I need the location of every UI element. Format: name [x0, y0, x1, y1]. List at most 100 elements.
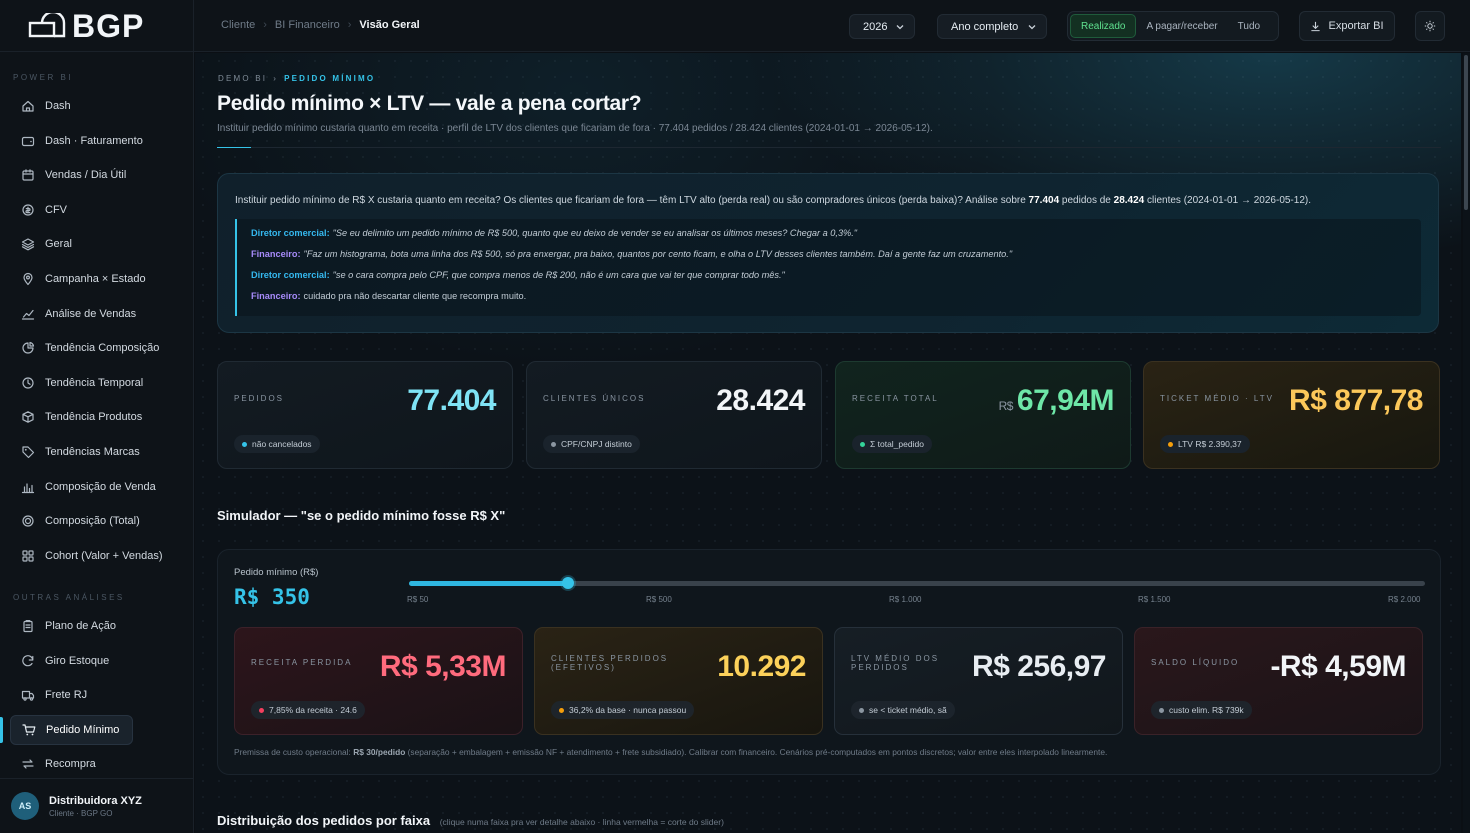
bar-chart-icon	[21, 480, 35, 494]
page-subtitle: Instituir pedido mínimo custaria quanto …	[217, 123, 933, 134]
clock-icon	[21, 376, 35, 390]
status-dot-icon	[1168, 441, 1173, 447]
sidebar-item-composicao-de-venda[interactable]: Composição de Venda	[10, 472, 156, 502]
kpi-chip: Σ total_pedido	[852, 435, 932, 453]
result-card-receita-perdida: RECEITA PERDIDA R$ 5,33M 7,85% da receit…	[234, 627, 523, 735]
breadcrumb-separator: ›	[347, 19, 352, 31]
quote-speaker: Financeiro:	[251, 291, 301, 301]
breadcrumb-current: Visão Geral	[359, 19, 420, 31]
premise-text-c: (separação + embalagem + emissão NF + at…	[405, 747, 1108, 757]
sidebar-item-label: Geral	[45, 238, 72, 251]
kpi-value-text: 28.424	[716, 384, 805, 417]
sidebar-item-label: Dash	[45, 100, 71, 112]
period-select[interactable]: Ano completo	[937, 14, 1047, 39]
quote-line: Financeiro: cuidado pra não descartar cli…	[251, 289, 1421, 310]
theme-toggle-button[interactable]	[1415, 11, 1445, 41]
export-button[interactable]: Exportar BI	[1299, 11, 1395, 41]
kpi-card-pedidos: PEDIDOS 77.404 não cancelados	[217, 361, 513, 469]
sidebar-item-label: Análise de Vendas	[45, 307, 137, 320]
scrollbar[interactable]	[1463, 53, 1470, 833]
sidebar-item-cfv[interactable]: CFV	[10, 195, 134, 225]
status-segmented-control: Realizado A pagar/receber Tudo	[1067, 11, 1279, 41]
sidebar-item-vendas-dia-util[interactable]: Vendas / Dia Útil	[10, 160, 134, 190]
result-chip-text: custo elim. R$ 739k	[1169, 705, 1244, 715]
simulator-title: Simulador — "se o pedido mínimo fosse R$…	[217, 508, 506, 523]
kpi-chip: LTV R$ 2.390,37	[1160, 435, 1250, 453]
sidebar-item-recompra[interactable]: Recompra	[10, 749, 134, 779]
sidebar-item-geral[interactable]: Geral	[10, 229, 134, 259]
kpi-card-receita: RECEITA TOTAL R$ 67,94M Σ total_pedido	[835, 361, 1131, 469]
sidebar-item-tendencias-marcas[interactable]: Tendências Marcas	[10, 437, 140, 467]
kpi-label: TICKET MÉDIO · LTV	[1160, 394, 1274, 403]
result-value: 10.292	[717, 650, 806, 683]
premise-cost: R$ 30/pedido	[353, 747, 406, 757]
sidebar-item-label: Composição de Venda	[45, 480, 156, 493]
eyebrow-separator: ›	[273, 74, 279, 83]
result-label: SALDO LÍQUIDO	[1151, 658, 1240, 667]
briefing-card: Instituir pedido mínimo de R$ X custaria…	[217, 173, 1439, 333]
sidebar-item-dash[interactable]: Dash	[10, 91, 134, 121]
kpi-chip: não cancelados	[234, 435, 320, 453]
sidebar-item-tendencia-temporal[interactable]: Tendência Temporal	[10, 368, 143, 398]
sidebar-item-tendencia-produtos[interactable]: Tendência Produtos	[10, 402, 142, 432]
segment-realizado[interactable]: Realizado	[1070, 14, 1137, 38]
avatar: AS	[11, 792, 39, 820]
premise-note: Premissa de custo operacional: R$ 30/ped…	[234, 747, 1107, 757]
status-dot-icon	[860, 441, 865, 447]
slider-fill	[409, 581, 569, 586]
sidebar-item-composicao-total[interactable]: Composição (Total)	[10, 506, 140, 536]
sidebar-item-frete-rj[interactable]: Frete RJ	[10, 680, 134, 710]
export-label: Exportar BI	[1328, 20, 1384, 32]
quote-text: "Se eu delimito um pedido mínimo de R$ 5…	[332, 228, 858, 238]
status-dot-icon	[242, 441, 247, 447]
sidebar-item-cohort-valor-vendas[interactable]: Cohort (Valor + Vendas)	[10, 541, 163, 571]
sidebar-item-analise-de-vendas[interactable]: Análise de Vendas	[10, 299, 137, 329]
sidebar-item-label: Tendência Composição	[45, 342, 160, 355]
sidebar-item-label: Cohort (Valor + Vendas)	[45, 549, 163, 562]
breadcrumb-separator: ›	[263, 19, 267, 31]
kpi-chip-text: LTV R$ 2.390,37	[1178, 439, 1242, 449]
breadcrumb-cliente[interactable]: Cliente	[221, 19, 255, 31]
scrollbar-thumb[interactable]	[1464, 55, 1468, 210]
min-order-slider[interactable]	[409, 577, 1425, 589]
breadcrumb-bi-financeiro[interactable]: BI Financeiro	[275, 19, 340, 31]
page-eyebrow: DEMO BI › PEDIDO MÍNIMO	[218, 74, 375, 83]
sidebar-item-label: Plano de Ação	[45, 620, 116, 632]
year-select-value: 2026	[863, 20, 888, 33]
quote-speaker: Diretor comercial:	[251, 270, 330, 280]
segment-a-pagar-receber[interactable]: A pagar/receber	[1136, 14, 1227, 38]
min-order-label: Pedido mínimo (R$)	[234, 567, 319, 578]
sidebar-item-label: Giro Estoque	[45, 654, 110, 667]
slider-tick: R$ 1.000	[889, 595, 922, 604]
segment-tudo[interactable]: Tudo	[1228, 14, 1270, 38]
status-dot-icon	[859, 707, 864, 713]
sidebar-item-label: Campanha × Estado	[45, 273, 146, 285]
logo[interactable]: BGP	[0, 0, 193, 52]
layers-icon	[21, 237, 35, 251]
main-content: DEMO BI › PEDIDO MÍNIMO Pedido mínimo × …	[195, 53, 1461, 833]
year-select[interactable]: 2026	[849, 14, 915, 39]
sidebar-item-dash-faturamento[interactable]: Dash · Faturamento	[10, 126, 143, 156]
quote-speaker: Financeiro:	[251, 249, 301, 259]
sidebar-item-campanha-estado[interactable]: Campanha × Estado	[10, 264, 146, 294]
distribution-title: Distribuição dos pedidos por faixa (cliq…	[217, 813, 724, 828]
user-profile[interactable]: AS Distribuidora XYZ Cliente · BGP GO	[0, 778, 194, 833]
kpi-label: PEDIDOS	[234, 394, 285, 403]
sidebar-item-pedido-minimo[interactable]: Pedido Mínimo	[10, 714, 133, 745]
quote-text: "se o cara compra pelo CPF, que compra m…	[332, 270, 785, 280]
kpi-chip-text: Σ total_pedido	[870, 439, 924, 449]
line-chart-icon	[21, 307, 35, 321]
result-chip-text: 36,2% da base · nunca passou	[569, 705, 687, 715]
result-value: R$ 5,33M	[379, 650, 507, 683]
slider-thumb[interactable]	[562, 577, 575, 589]
box-icon	[21, 410, 35, 424]
result-card-ltv-medio: LTV MÉDIO DOS PERDIDOS R$ 256,97 se < ti…	[834, 627, 1123, 735]
page-title: Pedido mínimo × LTV — vale a pena cortar…	[217, 92, 642, 115]
result-chip: 36,2% da base · nunca passou	[551, 701, 695, 719]
simulator-card: Pedido mínimo (R$) R$ 350 R$ 50 R$ 500 R…	[217, 549, 1441, 775]
briefing-text-a: Instituir pedido mínimo de R$ X custaria…	[235, 195, 1029, 206]
sidebar-item-plano-de-acao[interactable]: Plano de Ação	[10, 611, 134, 641]
map-pin-icon	[21, 272, 35, 286]
sidebar-item-tendencia-composicao[interactable]: Tendência Composição	[10, 333, 159, 363]
sidebar-item-giro-estoque[interactable]: Giro Estoque	[10, 646, 134, 676]
